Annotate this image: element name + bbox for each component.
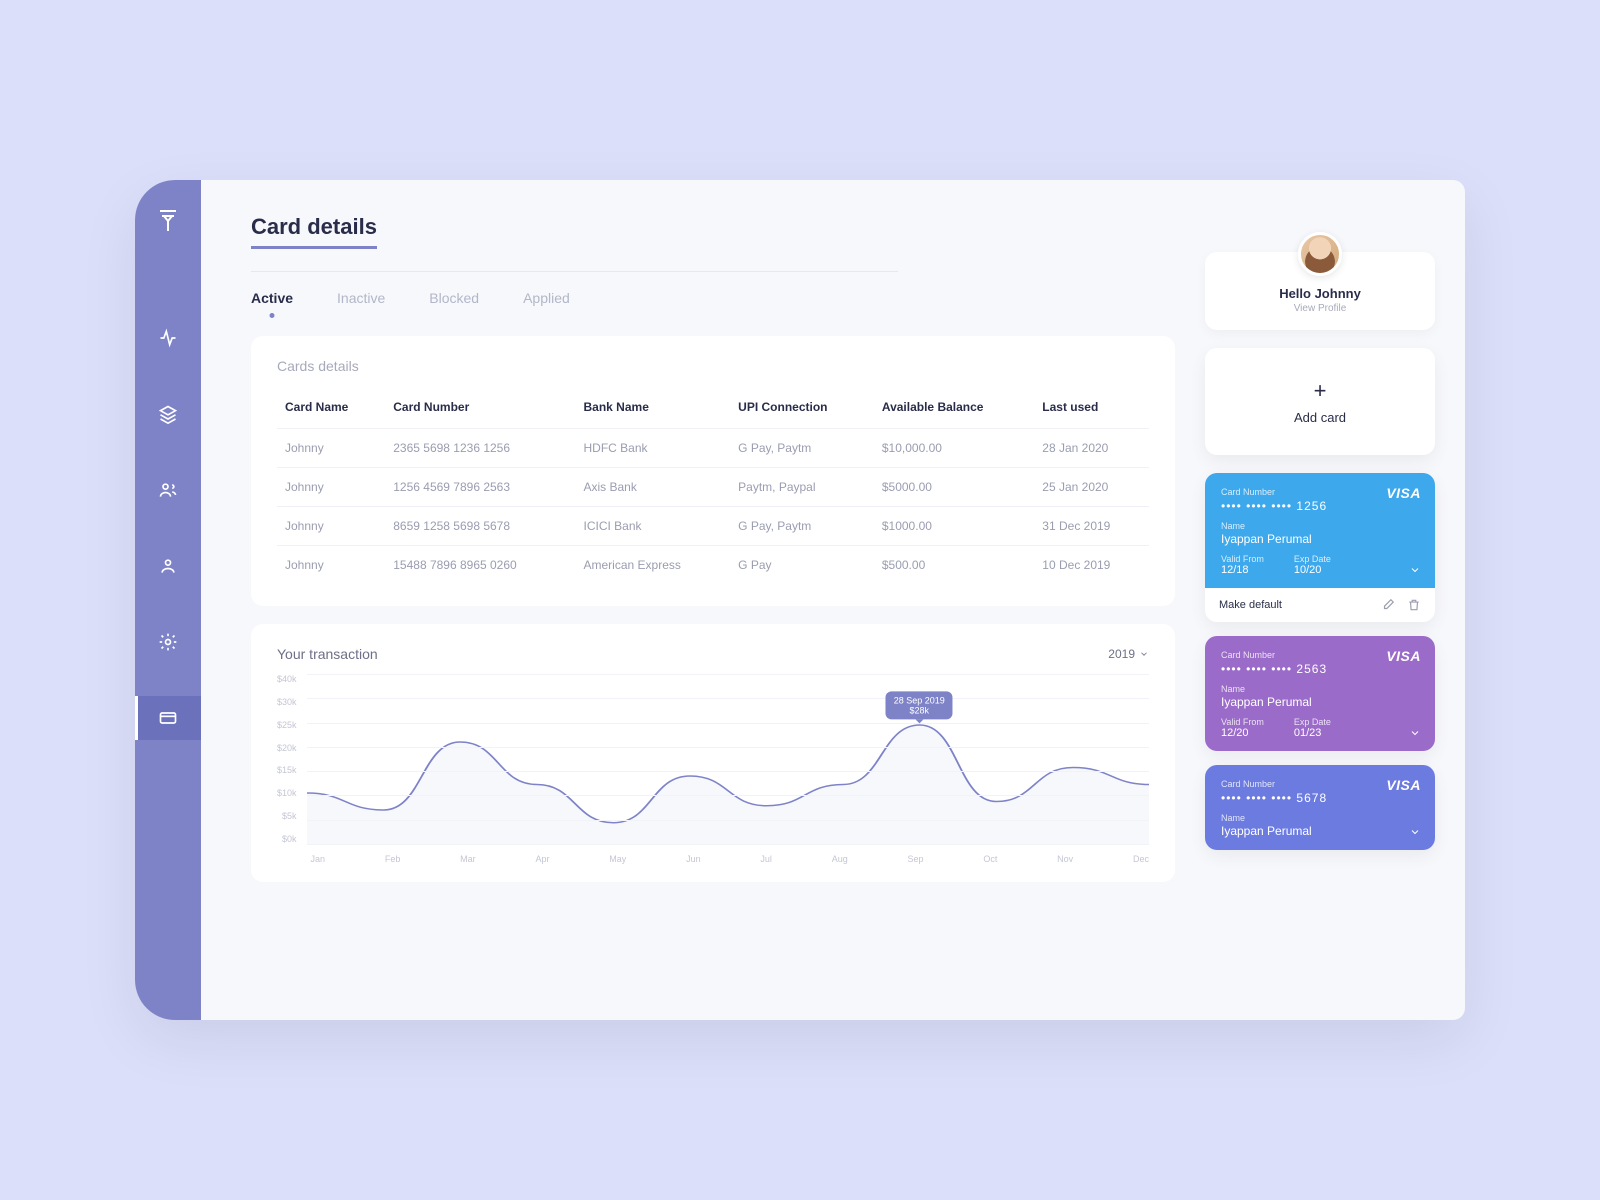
content-column: Card details Active Inactive Blocked App… <box>251 214 1175 1020</box>
profile-card: Hello Johnny View Profile <box>1205 252 1435 330</box>
chevron-down-icon[interactable] <box>1409 564 1421 576</box>
table-row[interactable]: Johnny1256 4569 7896 2563Axis BankPaytm,… <box>277 468 1149 507</box>
cards-table: Card NameCard NumberBank NameUPI Connect… <box>277 390 1149 584</box>
table-header: Card Number <box>385 390 575 429</box>
chart-title: Your transaction <box>277 646 378 662</box>
table-header: Card Name <box>277 390 385 429</box>
chevron-down-icon <box>1139 649 1149 659</box>
tab-active[interactable]: Active <box>251 290 293 316</box>
chart-plot: 28 Sep 2019 $28k JanFebMarAprMayJunJulAu… <box>307 674 1149 864</box>
table-header: Bank Name <box>576 390 731 429</box>
right-column: Hello Johnny View Profile + Add card VIS… <box>1205 214 1435 1020</box>
page-title: Card details <box>251 214 377 249</box>
nav-activity[interactable] <box>135 316 201 360</box>
add-card-button[interactable]: + Add card <box>1205 348 1435 455</box>
app-frame: Card details Active Inactive Blocked App… <box>135 180 1465 1020</box>
divider <box>251 271 898 272</box>
profile-greeting: Hello Johnny <box>1221 286 1419 301</box>
nav-layers[interactable] <box>135 392 201 436</box>
table-header: Last used <box>1034 390 1149 429</box>
chart-x-axis: JanFebMarAprMayJunJulAugSepOctNovDec <box>307 854 1149 864</box>
nav-cards[interactable] <box>135 696 201 740</box>
nav-settings[interactable] <box>135 620 201 664</box>
year-label: 2019 <box>1108 647 1135 661</box>
table-row[interactable]: Johnny15488 7896 8965 0260American Expre… <box>277 546 1149 585</box>
credit-card[interactable]: VISA Card Number •••• •••• •••• 1256 Nam… <box>1205 473 1435 622</box>
table-row[interactable]: Johnny8659 1258 5698 5678ICICI BankG Pay… <box>277 507 1149 546</box>
table-row[interactable]: Johnny2365 5698 1236 1256HDFC BankG Pay,… <box>277 429 1149 468</box>
table-title: Cards details <box>277 358 1149 374</box>
make-default-link[interactable]: Make default <box>1219 599 1282 611</box>
year-picker[interactable]: 2019 <box>1108 647 1149 661</box>
app-logo-icon <box>157 208 179 234</box>
edit-icon[interactable] <box>1381 598 1395 612</box>
main-area: Card details Active Inactive Blocked App… <box>201 180 1465 1020</box>
avatar[interactable] <box>1298 232 1342 276</box>
nav-user[interactable] <box>135 544 201 588</box>
chart-tooltip: 28 Sep 2019 $28k <box>886 691 953 719</box>
table-header: UPI Connection <box>730 390 874 429</box>
nav-users[interactable] <box>135 468 201 512</box>
status-tabs: Active Inactive Blocked Applied <box>251 290 1175 316</box>
trash-icon[interactable] <box>1407 598 1421 612</box>
tab-inactive[interactable]: Inactive <box>337 290 385 316</box>
view-profile-link[interactable]: View Profile <box>1221 303 1419 314</box>
plus-icon: + <box>1221 378 1419 404</box>
table-header: Available Balance <box>874 390 1034 429</box>
credit-card[interactable]: VISA Card Number •••• •••• •••• 2563 Nam… <box>1205 636 1435 751</box>
add-card-label: Add card <box>1221 410 1419 425</box>
credit-card[interactable]: VISA Card Number •••• •••• •••• 5678 Nam… <box>1205 765 1435 850</box>
chevron-down-icon[interactable] <box>1409 826 1421 838</box>
tab-applied[interactable]: Applied <box>523 290 570 316</box>
chevron-down-icon[interactable] <box>1409 727 1421 739</box>
tab-blocked[interactable]: Blocked <box>429 290 479 316</box>
transaction-chart-panel: Your transaction 2019 $40k$30k$25k$20k$1… <box>251 624 1175 882</box>
cards-table-panel: Cards details Card NameCard NumberBank N… <box>251 336 1175 606</box>
chart-y-axis: $40k$30k$25k$20k$15k$10k$5k$0k <box>277 674 297 844</box>
sidebar <box>135 180 201 1020</box>
